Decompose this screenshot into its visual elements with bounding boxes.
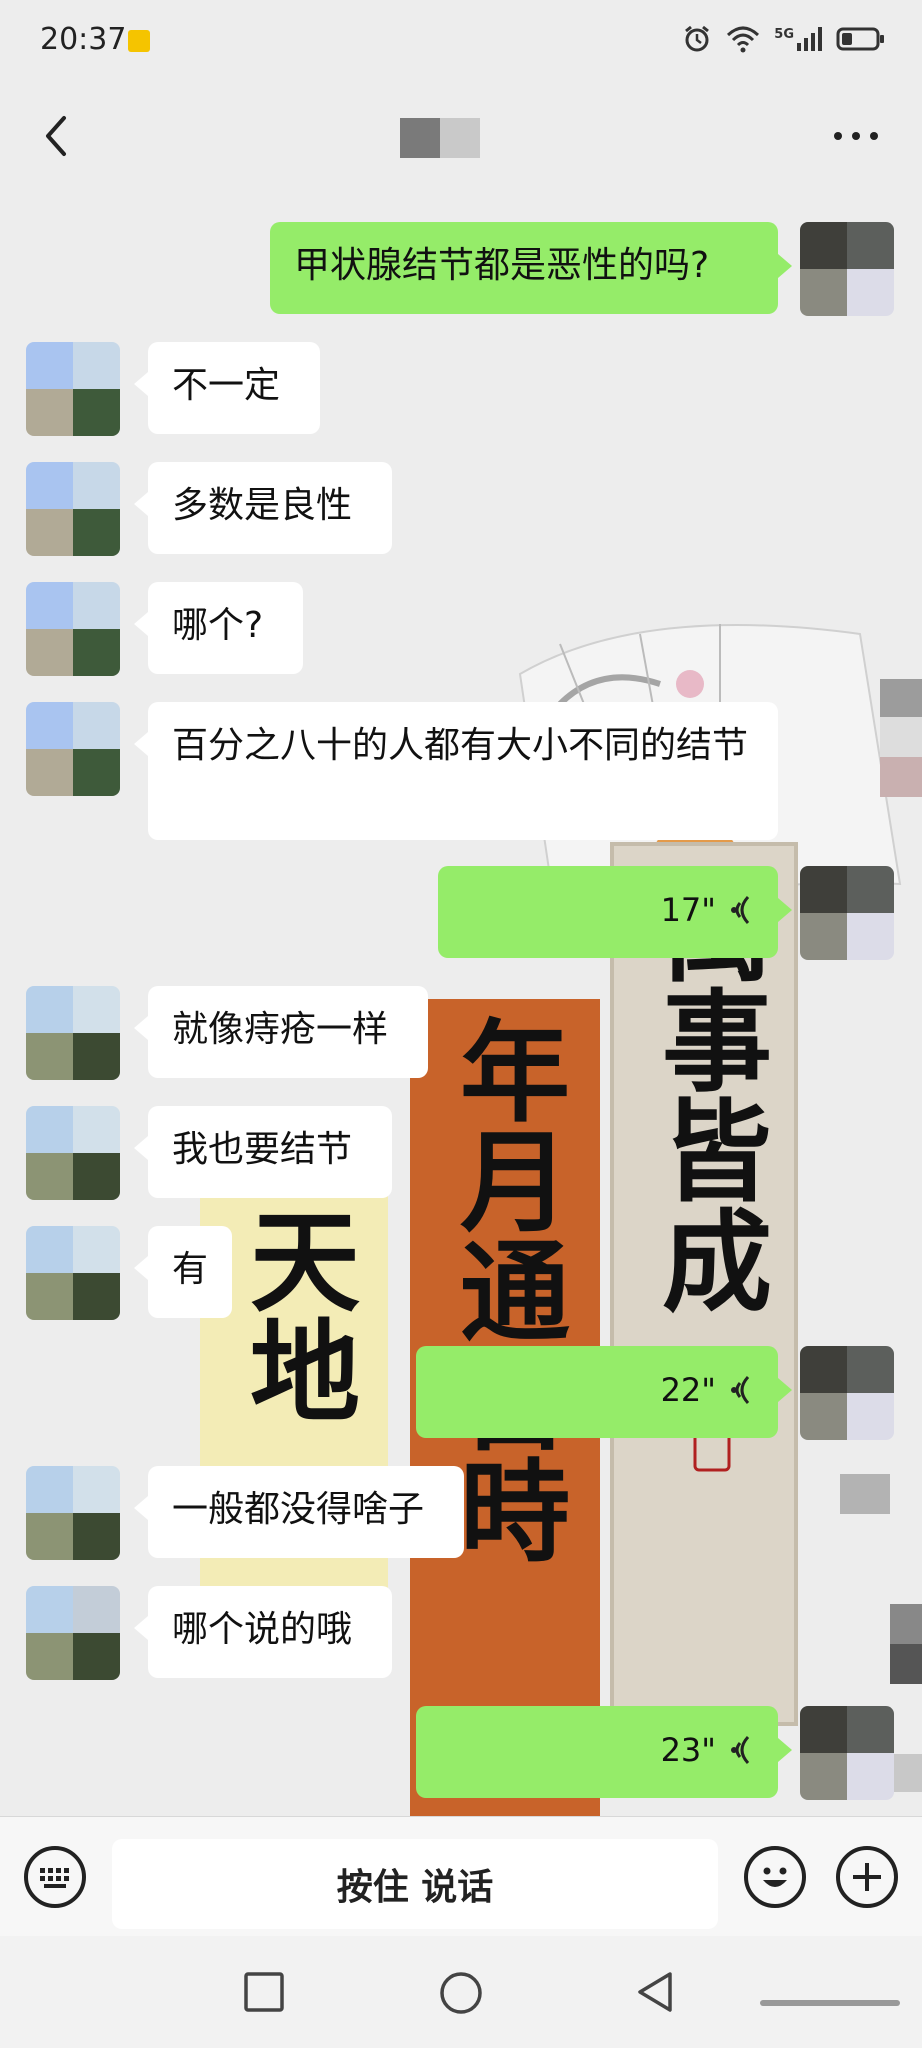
- system-navigation-bar: [0, 1936, 922, 2048]
- contact-avatar[interactable]: [26, 986, 120, 1080]
- contact-avatar[interactable]: [26, 342, 120, 436]
- voice-message-outgoing[interactable]: 22": [416, 1346, 792, 1438]
- emoji-icon[interactable]: [744, 1846, 806, 1908]
- message-bubble-incoming[interactable]: 多数是良性: [133, 462, 393, 554]
- status-bar: 20:37 5G: [0, 0, 922, 88]
- message-bubble-outgoing[interactable]: 甲状腺结节都是恶性的吗?: [270, 222, 792, 314]
- message-bubble-incoming[interactable]: 我也要结节: [133, 1106, 393, 1198]
- message-bubble-incoming[interactable]: 哪个?: [133, 582, 304, 674]
- voice-message-outgoing[interactable]: 23": [416, 1706, 792, 1798]
- voice-wave-icon: [731, 1375, 750, 1405]
- chat-area[interactable]: 天地 年月通日時 萬事皆成 甲状腺结节都是恶性的吗? 不一定 多数是良性 哪个?: [0, 184, 922, 1816]
- message-text: 一般都没得啥子: [172, 1489, 425, 1530]
- my-avatar[interactable]: [800, 222, 894, 316]
- hold-to-talk-button[interactable]: 按住 说话: [112, 1839, 718, 1929]
- voice-wave-icon: [731, 895, 750, 925]
- voice-duration: 22": [660, 1371, 716, 1409]
- status-time: 20:37: [40, 22, 127, 57]
- voice-wave-icon: [731, 1735, 750, 1765]
- chat-title-pixelated: [400, 118, 480, 158]
- my-avatar[interactable]: [800, 866, 894, 960]
- message-bubble-incoming[interactable]: 百分之八十的人都有大小不同的结节: [134, 702, 778, 840]
- contact-avatar[interactable]: [26, 1106, 120, 1200]
- message-bubble-incoming[interactable]: 不一定: [133, 342, 321, 434]
- voice-duration: 17": [660, 891, 716, 929]
- wifi-icon: [727, 26, 760, 53]
- message-text: 我也要结节: [172, 1129, 353, 1170]
- gesture-indicator: [760, 2000, 900, 2006]
- contact-avatar[interactable]: [26, 1226, 120, 1320]
- message-text: 有: [172, 1249, 209, 1290]
- my-avatar[interactable]: [800, 1706, 894, 1800]
- contact-avatar[interactable]: [26, 1466, 120, 1560]
- message-bubble-incoming[interactable]: 有: [133, 1226, 233, 1318]
- input-bar: 按住 说话: [0, 1816, 922, 1937]
- message-text: 甲状腺结节都是恶性的吗?: [294, 245, 710, 286]
- keyboard-icon[interactable]: [24, 1846, 86, 1908]
- more-dots-icon[interactable]: [826, 112, 886, 160]
- contact-avatar[interactable]: [26, 1586, 120, 1680]
- recent-apps-square-icon[interactable]: [242, 1970, 286, 2014]
- message-text: 百分之八十的人都有大小不同的结节: [172, 725, 749, 766]
- message-text: 哪个说的哦: [172, 1609, 353, 1650]
- my-avatar[interactable]: [800, 1346, 894, 1440]
- notification-app-icon: [128, 30, 150, 52]
- message-text: 哪个?: [172, 605, 264, 646]
- message-text: 多数是良性: [172, 485, 353, 526]
- plus-icon[interactable]: [836, 1846, 898, 1908]
- voice-message-outgoing[interactable]: 17": [438, 866, 792, 958]
- network-label: 5G: [774, 27, 794, 42]
- message-text: 就像痔疮一样: [172, 1009, 389, 1050]
- alarm-icon: [685, 25, 710, 52]
- chat-header: [0, 88, 922, 184]
- back-chevron-icon[interactable]: [36, 106, 76, 166]
- calligraphy-column-left: 天地: [231, 1204, 360, 1424]
- message-bubble-incoming[interactable]: 就像痔疮一样: [133, 986, 429, 1078]
- message-bubble-incoming[interactable]: 一般都没得啥子: [133, 1466, 465, 1558]
- message-text: 不一定: [172, 365, 281, 406]
- home-circle-icon[interactable]: [438, 1970, 484, 2016]
- voice-duration: 23": [660, 1731, 716, 1769]
- battery-icon: [836, 27, 884, 51]
- message-bubble-incoming[interactable]: 哪个说的哦: [133, 1586, 393, 1678]
- back-triangle-icon[interactable]: [634, 1970, 678, 2014]
- contact-avatar[interactable]: [26, 462, 120, 556]
- contact-avatar[interactable]: [26, 582, 120, 676]
- contact-avatar[interactable]: [26, 702, 120, 796]
- signal-5g-icon: 5G: [774, 27, 822, 51]
- chat-background-image: [200, 624, 922, 1816]
